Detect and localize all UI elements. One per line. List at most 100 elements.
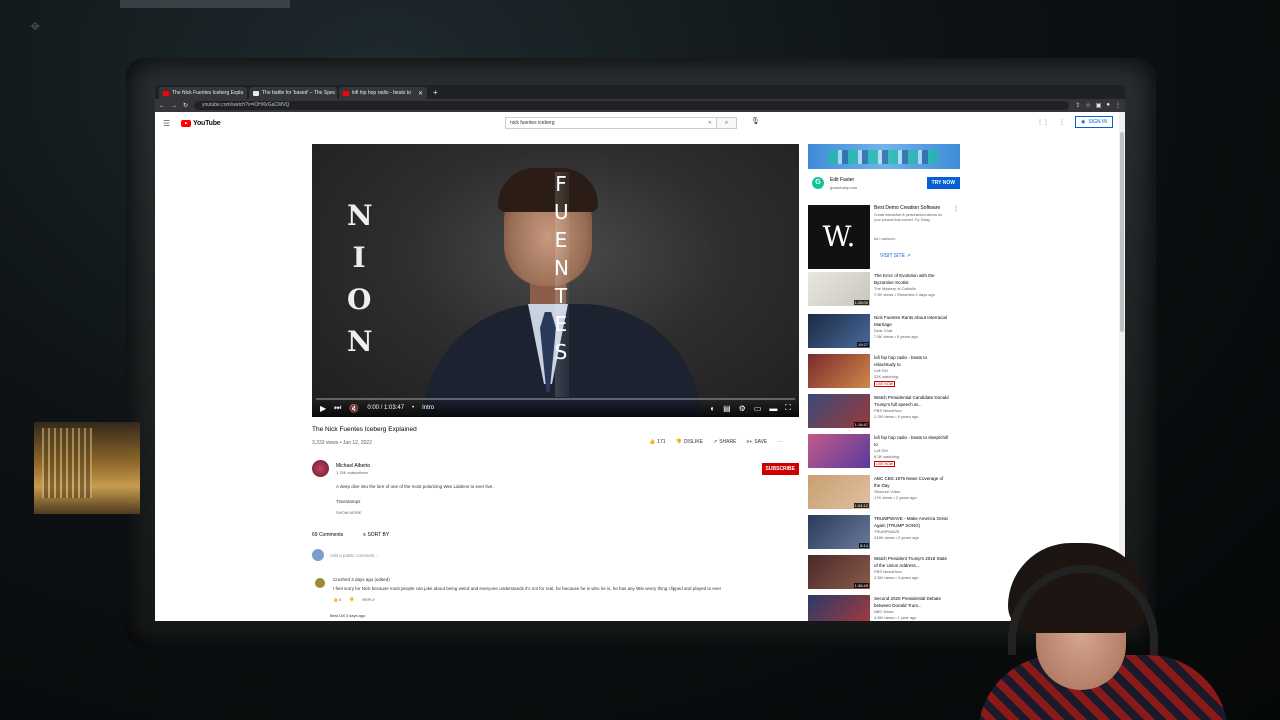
video-thumbnail[interactable] [808,354,870,388]
play-icon[interactable]: ▶ [320,404,326,413]
share-button[interactable]: ↗ SHARE [713,439,736,445]
clear-icon[interactable]: ✕ [708,118,712,128]
ad-row: G Edit Faster grammarly.com TRY NOW [808,175,960,193]
video-thumbnail[interactable]: 1:28:00 [808,272,870,306]
settings-menu-icon[interactable]: ⋮ [1059,119,1065,126]
reply-button[interactable]: REPLY [362,597,375,602]
rec-channel[interactable]: Lofi Girl [874,368,888,373]
more-icon[interactable]: ⋯ [777,439,782,445]
miniplayer-icon[interactable]: ▭ [754,404,762,413]
theater-icon[interactable]: ▬ [769,404,777,413]
video-thumbnail[interactable]: 19:27 [808,314,870,348]
tab-iceberg[interactable]: The Nick Fuentes Iceberg Expla ✕ [159,87,247,99]
duration-badge: 19:27 [856,342,869,347]
visit-site-button[interactable]: VISIT SITE ↗ [880,253,911,259]
try-now-button[interactable]: TRY NOW [926,177,960,189]
rec-title[interactable]: lofi hip hop radio - beats to relax/stud… [874,354,950,368]
dislike-button[interactable]: 👎 DISLIKE [676,439,703,445]
autoplay-toggle[interactable]: ◐ [710,404,715,413]
video-player[interactable]: N I O N F U E N T E S ▶ ⏭ 🔇 0:00 / 1:03:… [312,144,799,417]
comment-input[interactable]: Add a public comment... [330,553,378,558]
recommended-video[interactable]: 1:04:12 ABC CBS 1975 News Coverage of the… [808,475,1108,509]
comment-author[interactable]: Crushed 3 days ago (edited) [333,577,390,582]
grammarly-logo-icon: G [812,177,824,189]
search-button[interactable]: ⌕ [717,117,737,129]
profile-icon[interactable]: ● [1106,102,1110,109]
more-icon[interactable]: ⋮ [953,205,959,212]
rec-channel[interactable]: The Mystery of Catholic [874,286,916,291]
rec-channel[interactable]: Lofi Girl [874,448,888,453]
subscribe-button[interactable]: SUBSCRIBE [761,463,799,475]
rec-title[interactable]: Watch President Trump's 2018 State of th… [874,555,950,569]
sort-by-button[interactable]: ≡ SORT BY [363,532,389,538]
rec-title[interactable]: lofi hip hop radio - beats to sleep/chil… [874,434,950,448]
rec-views: 316K views • 2 years ago [874,535,919,540]
recommended-video[interactable]: lofi hip hop radio - beats to relax/stud… [808,354,1108,388]
commenter-avatar[interactable] [315,578,325,588]
sign-in-button[interactable]: ◉ SIGN IN [1075,116,1113,128]
show-more-button[interactable]: SHOW MORE [336,510,362,515]
channel-avatar[interactable] [312,460,329,477]
video-thumbnail[interactable] [808,595,870,621]
new-tab-button[interactable]: + [429,87,442,99]
recommended-video[interactable]: 1:28:00 The Error of Evolution with the B… [808,272,1108,306]
captions-icon[interactable]: ▤ [723,404,731,413]
recommended-video[interactable]: lofi hip hop radio - beats to sleep/chil… [808,434,1108,468]
url-field[interactable]: youtube.com/watch?v=iOHXkGaCMVQ [194,101,1070,110]
rec-title[interactable]: Nick Fuentes Rants About Interracial Mar… [874,314,950,328]
search-input[interactable]: nick fuentes iceberg ✕ [505,117,717,129]
webcam-overlay [978,535,1228,720]
close-icon[interactable]: ✕ [246,90,247,97]
video-thumbnail[interactable]: 1:04:12 [808,475,870,509]
rec-channel[interactable]: Dear Chat [874,328,892,333]
recommended-video[interactable]: 19:27 Nick Fuentes Rants About Interracia… [808,314,1108,348]
next-icon[interactable]: ⏭ [334,403,341,413]
rec-title[interactable]: TRUMPWAVE - Make America Great Again (TR… [874,515,950,529]
video-thumbnail[interactable]: 1:38:49 [808,555,870,589]
live-badge: LIVE NOW [874,381,896,387]
rec-channel[interactable]: PBS NewsHour [874,569,902,574]
share-icon[interactable]: ⇪ [1075,102,1080,109]
rec-title[interactable]: Second 2020 Presidential Debate between … [874,595,950,609]
extensions-icon[interactable]: ▣ [1096,102,1102,109]
apps-icon[interactable]: ⋮⋮ [1037,119,1049,126]
hamburger-icon[interactable]: ☰ [163,119,181,128]
comment-dislike-icon[interactable]: 👎 [349,597,354,602]
star-icon[interactable]: ☆ [1085,102,1090,109]
back-icon[interactable]: ← [159,103,165,109]
ad-title[interactable]: Edit Faster [830,177,854,183]
video-thumbnail[interactable] [808,434,870,468]
tab-lofi[interactable]: lofi hip hop radio - beats to ✕ [339,87,427,99]
video-thumbnail[interactable]: 1:16:47 [808,394,870,428]
save-button[interactable]: ≡+ SAVE [746,439,767,445]
fullscreen-icon[interactable]: ⛶ [785,403,791,413]
youtube-logo[interactable]: YouTube [181,119,221,127]
recommended-video[interactable]: 1:16:47 Watch Presidential Candidate Dona… [808,394,1108,428]
chapter-label[interactable]: Intro [422,405,434,411]
sponsored-card[interactable]: W. Best Demo Creation Software Create in… [808,205,1108,269]
forward-icon[interactable]: → [171,103,177,109]
menu-icon[interactable]: ⋮ [1115,102,1121,109]
mic-icon[interactable]: 🎙 [751,117,760,125]
comment-author[interactable]: Best Dill 3 days ago [330,613,365,618]
video-thumbnail[interactable]: 8:14 [808,515,870,549]
rec-title[interactable]: The Error of Evolution with the Byzantin… [874,272,950,286]
close-icon[interactable]: ✕ [418,90,423,97]
tab-based[interactable]: The battle for 'based' – The Spec ✕ [249,87,337,99]
reload-icon[interactable]: ↻ [183,102,188,109]
channel-name[interactable]: Michael Alberto [336,463,370,469]
rec-channel[interactable]: PBS NewsHour [874,408,902,413]
comment-like-button[interactable]: 👍 6 [333,597,341,602]
rec-title[interactable]: Watch Presidential Candidate Donald Trum… [874,394,950,408]
rec-title[interactable]: ABC CBS 1975 News Coverage of the Day [874,475,950,489]
like-button[interactable]: 👍 171 [649,439,666,445]
search-value: nick fuentes iceberg [510,120,555,126]
volume-icon[interactable]: 🔇 [349,404,359,413]
rec-channel[interactable]: TRUMPWAVE [874,529,900,534]
thumbs-up-icon: 👍 [649,439,656,445]
duration-badge: 1:04:12 [853,503,869,508]
rec-channel[interactable]: Obscure Video [874,489,900,494]
rec-channel[interactable]: NBC News [874,609,894,614]
settings-icon[interactable]: ⚙ [739,404,746,413]
ad-banner-image[interactable] [808,144,960,169]
